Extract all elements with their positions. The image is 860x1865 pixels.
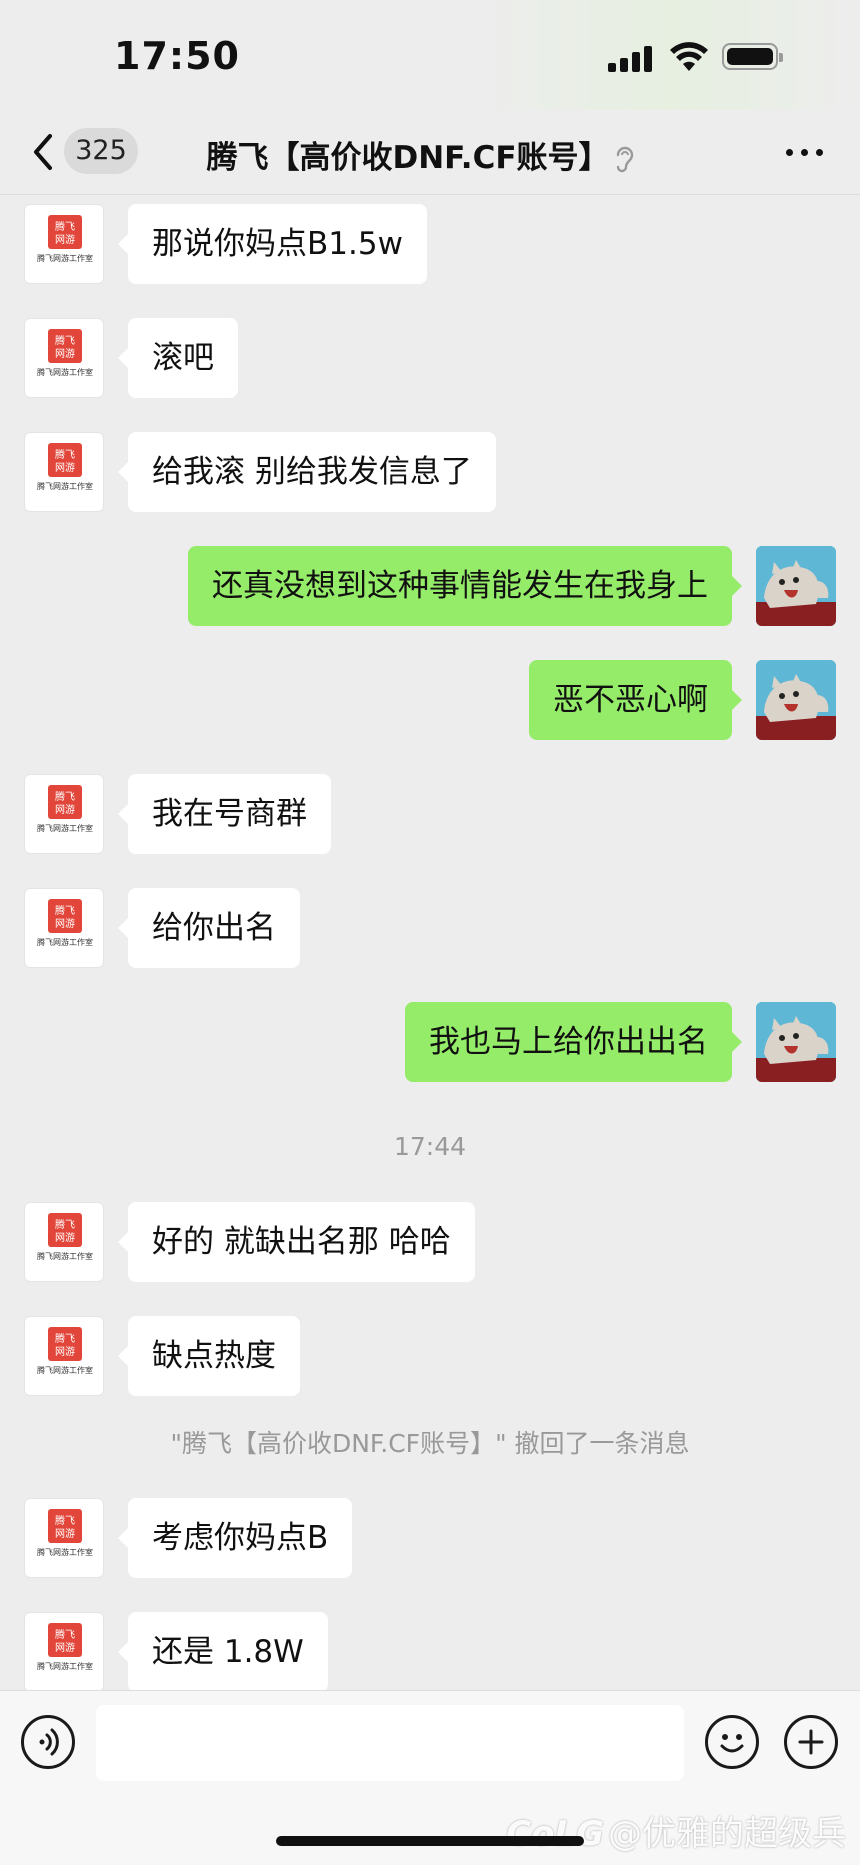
cellular-signal-icon xyxy=(608,46,654,72)
incoming-message-bubble[interactable]: 考虑你妈点B xyxy=(117,1498,353,1578)
watermark-text: @优雅的超级兵 xyxy=(608,1814,846,1854)
status-bar: 17:50 xyxy=(0,0,860,110)
svg-text:腾飞: 腾飞 xyxy=(55,790,75,803)
svg-text:网游: 网游 xyxy=(55,1641,75,1654)
contact-avatar[interactable]: 腾飞 网游腾飞网游工作室 xyxy=(24,1202,104,1282)
svg-text:网游: 网游 xyxy=(55,1527,75,1540)
svg-text:网游: 网游 xyxy=(55,1231,75,1244)
svg-text:腾飞: 腾飞 xyxy=(55,220,75,233)
svg-text:腾飞网游工作室: 腾飞网游工作室 xyxy=(37,367,93,377)
message-row: 恶不恶心啊 xyxy=(0,660,860,740)
message-row: 腾飞 网游腾飞网游工作室 给我滚 别给我发信息了 xyxy=(0,432,860,512)
incoming-message-bubble[interactable]: 还是 1.8W xyxy=(118,1612,328,1692)
back-chevron-icon[interactable] xyxy=(26,130,62,174)
status-time: 17:50 xyxy=(114,34,240,78)
message-row: 腾飞 网游腾飞网游工作室 还是 1.8W xyxy=(0,1612,860,1692)
chat-header: 325 腾飞【高价收DNF.CF账号】 xyxy=(0,110,860,195)
svg-text:网游: 网游 xyxy=(55,461,75,474)
message-row: 腾飞 网游腾飞网游工作室 那说你妈点B1.5w xyxy=(0,204,860,284)
plus-icon[interactable] xyxy=(784,1715,838,1769)
watermark: CoLG @优雅的超级兵 xyxy=(506,1806,846,1855)
contact-avatar[interactable]: 腾飞 网游腾飞网游工作室 xyxy=(24,1498,104,1578)
incoming-message-bubble[interactable]: 那说你妈点B1.5w xyxy=(118,204,427,284)
outgoing-message-bubble[interactable]: 恶不恶心啊 xyxy=(529,660,742,740)
incoming-message-bubble[interactable]: 缺点热度 xyxy=(118,1316,300,1396)
svg-text:腾飞: 腾飞 xyxy=(55,1218,75,1231)
user-avatar[interactable] xyxy=(756,660,836,740)
chat-title-text: 腾飞【高价收DNF.CF账号】 xyxy=(206,140,610,176)
svg-text:腾飞网游工作室: 腾飞网游工作室 xyxy=(37,1251,93,1261)
svg-text:腾飞网游工作室: 腾飞网游工作室 xyxy=(37,823,93,833)
earpiece-mode-icon xyxy=(616,146,633,172)
incoming-message-bubble[interactable]: 给你出名 xyxy=(118,888,300,968)
svg-text:腾飞: 腾飞 xyxy=(55,334,75,347)
svg-text:腾飞: 腾飞 xyxy=(55,1332,75,1345)
message-row: 腾飞 网游腾飞网游工作室 滚吧 xyxy=(0,318,860,398)
message-row: 腾飞 网游腾飞网游工作室 给你出名 xyxy=(0,888,860,968)
contact-avatar[interactable]: 腾飞 网游腾飞网游工作室 xyxy=(24,204,104,284)
user-avatar[interactable] xyxy=(756,546,836,626)
svg-text:腾飞网游工作室: 腾飞网游工作室 xyxy=(37,1365,93,1375)
message-row: 还真没想到这种事情能发生在我身上 xyxy=(0,546,860,626)
unread-count-badge[interactable]: 325 xyxy=(64,128,138,174)
svg-text:网游: 网游 xyxy=(55,917,75,930)
emoji-icon[interactable] xyxy=(705,1715,759,1769)
svg-text:网游: 网游 xyxy=(55,347,75,360)
svg-text:腾飞网游工作室: 腾飞网游工作室 xyxy=(37,1661,93,1671)
svg-text:腾飞网游工作室: 腾飞网游工作室 xyxy=(37,253,93,263)
recall-notice: "腾飞【高价收DNF.CF账号】" 撤回了一条消息 xyxy=(170,1429,690,1458)
svg-text:腾飞网游工作室: 腾飞网游工作室 xyxy=(37,481,93,491)
svg-text:腾飞: 腾飞 xyxy=(55,904,75,917)
svg-text:腾飞网游工作室: 腾飞网游工作室 xyxy=(37,937,93,947)
svg-text:腾飞网游工作室: 腾飞网游工作室 xyxy=(37,1547,93,1557)
svg-text:网游: 网游 xyxy=(55,1345,75,1358)
more-options-icon[interactable] xyxy=(786,144,826,160)
message-input[interactable] xyxy=(96,1705,684,1781)
svg-text:腾飞: 腾飞 xyxy=(55,1514,75,1527)
incoming-message-bubble[interactable]: 给我滚 别给我发信息了 xyxy=(118,432,496,512)
svg-text:腾飞: 腾飞 xyxy=(55,448,75,461)
outgoing-message-bubble[interactable]: 还真没想到这种事情能发生在我身上 xyxy=(188,546,742,626)
timestamp-separator: 17:44 xyxy=(393,1132,467,1161)
voice-input-icon[interactable] xyxy=(21,1715,75,1769)
svg-text:网游: 网游 xyxy=(55,803,75,816)
home-indicator[interactable] xyxy=(276,1836,584,1846)
contact-avatar[interactable]: 腾飞 网游腾飞网游工作室 xyxy=(24,774,104,854)
message-row: 腾飞 网游腾飞网游工作室 好的 就缺出名那 哈哈 xyxy=(0,1202,860,1282)
wifi-icon xyxy=(670,42,708,71)
contact-avatar[interactable]: 腾飞 网游腾飞网游工作室 xyxy=(24,432,104,512)
watermark-logo: CoLG xyxy=(506,1814,604,1854)
outgoing-message-bubble[interactable]: 我也马上给你出出名 xyxy=(405,1002,742,1082)
incoming-message-bubble[interactable]: 好的 就缺出名那 哈哈 xyxy=(118,1202,475,1282)
message-row: 腾飞 网游腾飞网游工作室 我在号商群 xyxy=(0,774,860,854)
chat-title: 腾飞【高价收DNF.CF账号】 xyxy=(200,132,640,177)
contact-avatar[interactable]: 腾飞 网游腾飞网游工作室 xyxy=(24,888,104,968)
message-row: 腾飞 网游腾飞网游工作室 缺点热度 xyxy=(0,1316,860,1396)
contact-avatar[interactable]: 腾飞 网游腾飞网游工作室 xyxy=(24,1612,104,1692)
svg-text:网游: 网游 xyxy=(55,233,75,246)
message-row: 腾飞 网游腾飞网游工作室 考虑你妈点B xyxy=(0,1498,860,1578)
svg-text:腾飞: 腾飞 xyxy=(55,1628,75,1641)
contact-avatar[interactable]: 腾飞 网游腾飞网游工作室 xyxy=(24,318,104,398)
contact-avatar[interactable]: 腾飞 网游腾飞网游工作室 xyxy=(24,1316,104,1396)
user-avatar[interactable] xyxy=(756,1002,836,1082)
message-row: 我也马上给你出出名 xyxy=(0,1002,860,1082)
incoming-message-bubble[interactable]: 滚吧 xyxy=(118,318,238,398)
incoming-message-bubble[interactable]: 我在号商群 xyxy=(118,774,331,854)
battery-icon xyxy=(722,43,783,70)
